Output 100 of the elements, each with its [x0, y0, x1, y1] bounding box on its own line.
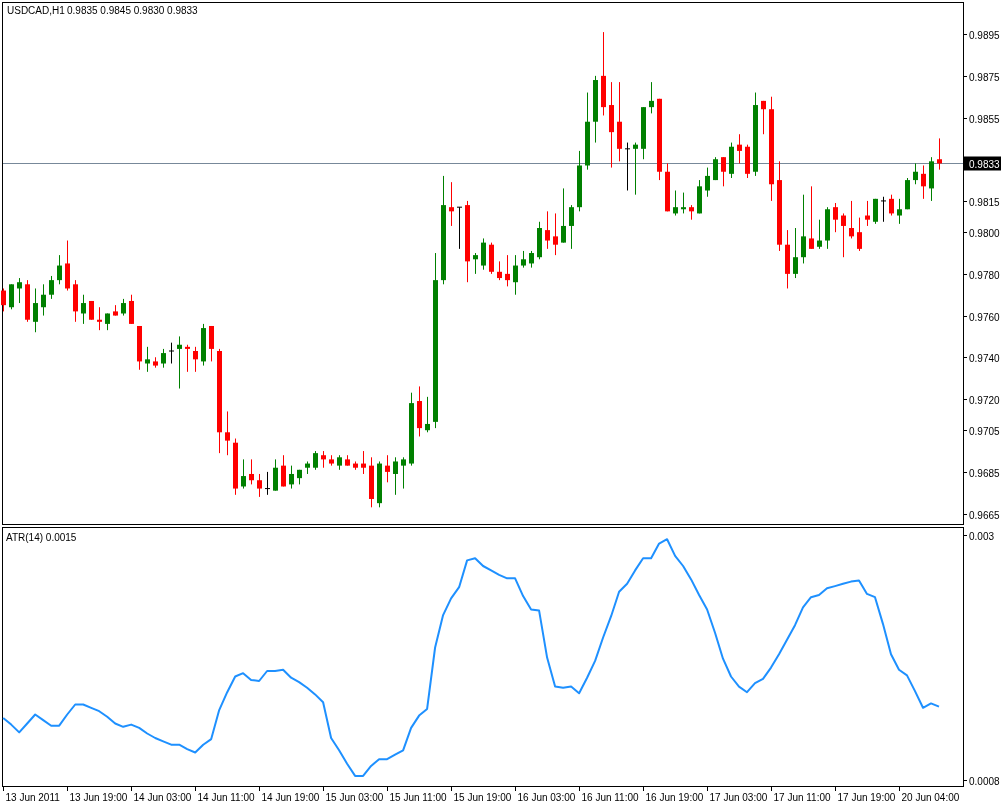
candlestick [809, 185, 814, 250]
ref-line-label: 0.9833 [969, 158, 1001, 170]
candlestick [689, 204, 694, 221]
candlestick [345, 454, 350, 467]
time-axis-label: 17 Jun 11:00 [773, 792, 831, 803]
time-axis-label: 14 Jun 03:00 [133, 792, 192, 803]
candlestick [505, 254, 510, 287]
time-axis-label: 17 Jun 03:00 [709, 792, 768, 803]
candlestick [329, 454, 334, 467]
candlestick [225, 410, 230, 456]
indicator-axis-label: 0.0008 [969, 775, 1000, 787]
ohlc-readout: 0.9835 0.9845 0.9830 0.9833 [67, 5, 198, 16]
candlestick [641, 106, 646, 160]
candlestick [761, 100, 766, 135]
candlestick [721, 156, 726, 187]
candlestick [297, 469, 302, 485]
candlestick [17, 277, 22, 304]
candlestick [305, 460, 310, 475]
candlestick [785, 229, 790, 289]
time-axis-label: 16 Jun 03:00 [517, 792, 576, 803]
candlestick [937, 137, 942, 171]
candlestick [913, 162, 918, 185]
candlestick [313, 450, 318, 471]
price-axis-label: 0.9855 [969, 113, 1000, 125]
candlestick [241, 458, 246, 490]
candlestick [361, 450, 366, 475]
chart-title: USDCAD,H1 [7, 5, 65, 16]
time-axis-label: 17 Jun 19:00 [837, 792, 896, 803]
candlestick [681, 192, 686, 214]
candlestick [57, 254, 62, 285]
candlestick [561, 187, 566, 244]
candlestick [849, 200, 854, 239]
candlestick [881, 196, 886, 223]
candlestick [185, 344, 190, 373]
time-axis-label: 14 Jun 11:00 [197, 792, 255, 803]
candlestick [737, 133, 742, 164]
candlestick [41, 283, 46, 317]
candlestick [401, 456, 406, 490]
candlestick [481, 237, 486, 271]
candlestick [257, 473, 262, 498]
price-axis-label: 0.9895 [969, 29, 1000, 41]
candlestick [137, 325, 142, 371]
candlestick [153, 356, 158, 369]
time-axis-label: 15 Jun 03:00 [325, 792, 384, 803]
candlestick [897, 198, 902, 225]
candlestick [593, 75, 598, 144]
candlestick [105, 313, 110, 331]
indicator-title: ATR(14) 0.0015 [6, 532, 77, 543]
candlestick [625, 142, 630, 191]
candlestick [161, 348, 166, 369]
candlestick [89, 300, 94, 321]
candlestick [1, 287, 6, 312]
candlestick [745, 144, 750, 179]
candlestick [145, 346, 150, 373]
candlestick [417, 385, 422, 437]
candlestick [569, 204, 574, 250]
candlestick [273, 458, 278, 492]
candlestick [97, 306, 102, 331]
candlestick [353, 460, 358, 471]
candlestick [529, 250, 534, 269]
candlestick [457, 206, 462, 250]
candlestick [801, 194, 806, 264]
candlestick [697, 179, 702, 214]
candlestick [673, 190, 678, 216]
time-axis-label: 15 Jun 19:00 [453, 792, 512, 803]
candlestick [865, 200, 870, 227]
price-axis-label: 0.9685 [969, 467, 1000, 479]
price-axis-label: 0.9780 [969, 269, 1000, 281]
candlestick [201, 323, 206, 367]
candlestick [393, 456, 398, 496]
candlestick [489, 242, 494, 275]
time-axis-label: 14 Jun 19:00 [261, 792, 320, 803]
price-axis-label: 0.9665 [969, 509, 1000, 521]
candlestick [369, 456, 374, 508]
candlestick [521, 250, 526, 269]
candlestick [385, 454, 390, 483]
candlestick [817, 219, 822, 250]
candlestick [793, 227, 798, 279]
candlestick [553, 212, 558, 256]
candlestick [873, 198, 878, 225]
candlestick [921, 165, 926, 200]
candlestick [545, 210, 550, 250]
candlestick [729, 142, 734, 179]
candlestick [497, 260, 502, 281]
candlestick [209, 325, 214, 362]
candlestick [537, 221, 542, 260]
candlestick [249, 458, 254, 485]
time-axis-label: 13 Jun 2011 [5, 792, 60, 803]
candlestick [713, 156, 718, 181]
candlestick [289, 465, 294, 490]
candlestick [177, 335, 182, 389]
candlestick [113, 304, 118, 317]
candlestick [649, 81, 654, 114]
indicator-axis-label: 0.003 [969, 530, 995, 542]
candlestick [425, 396, 430, 433]
candlestick [841, 212, 846, 258]
candlestick [121, 298, 126, 317]
candlestick [825, 206, 830, 250]
candlestick [889, 194, 894, 216]
candlestick [705, 167, 710, 198]
